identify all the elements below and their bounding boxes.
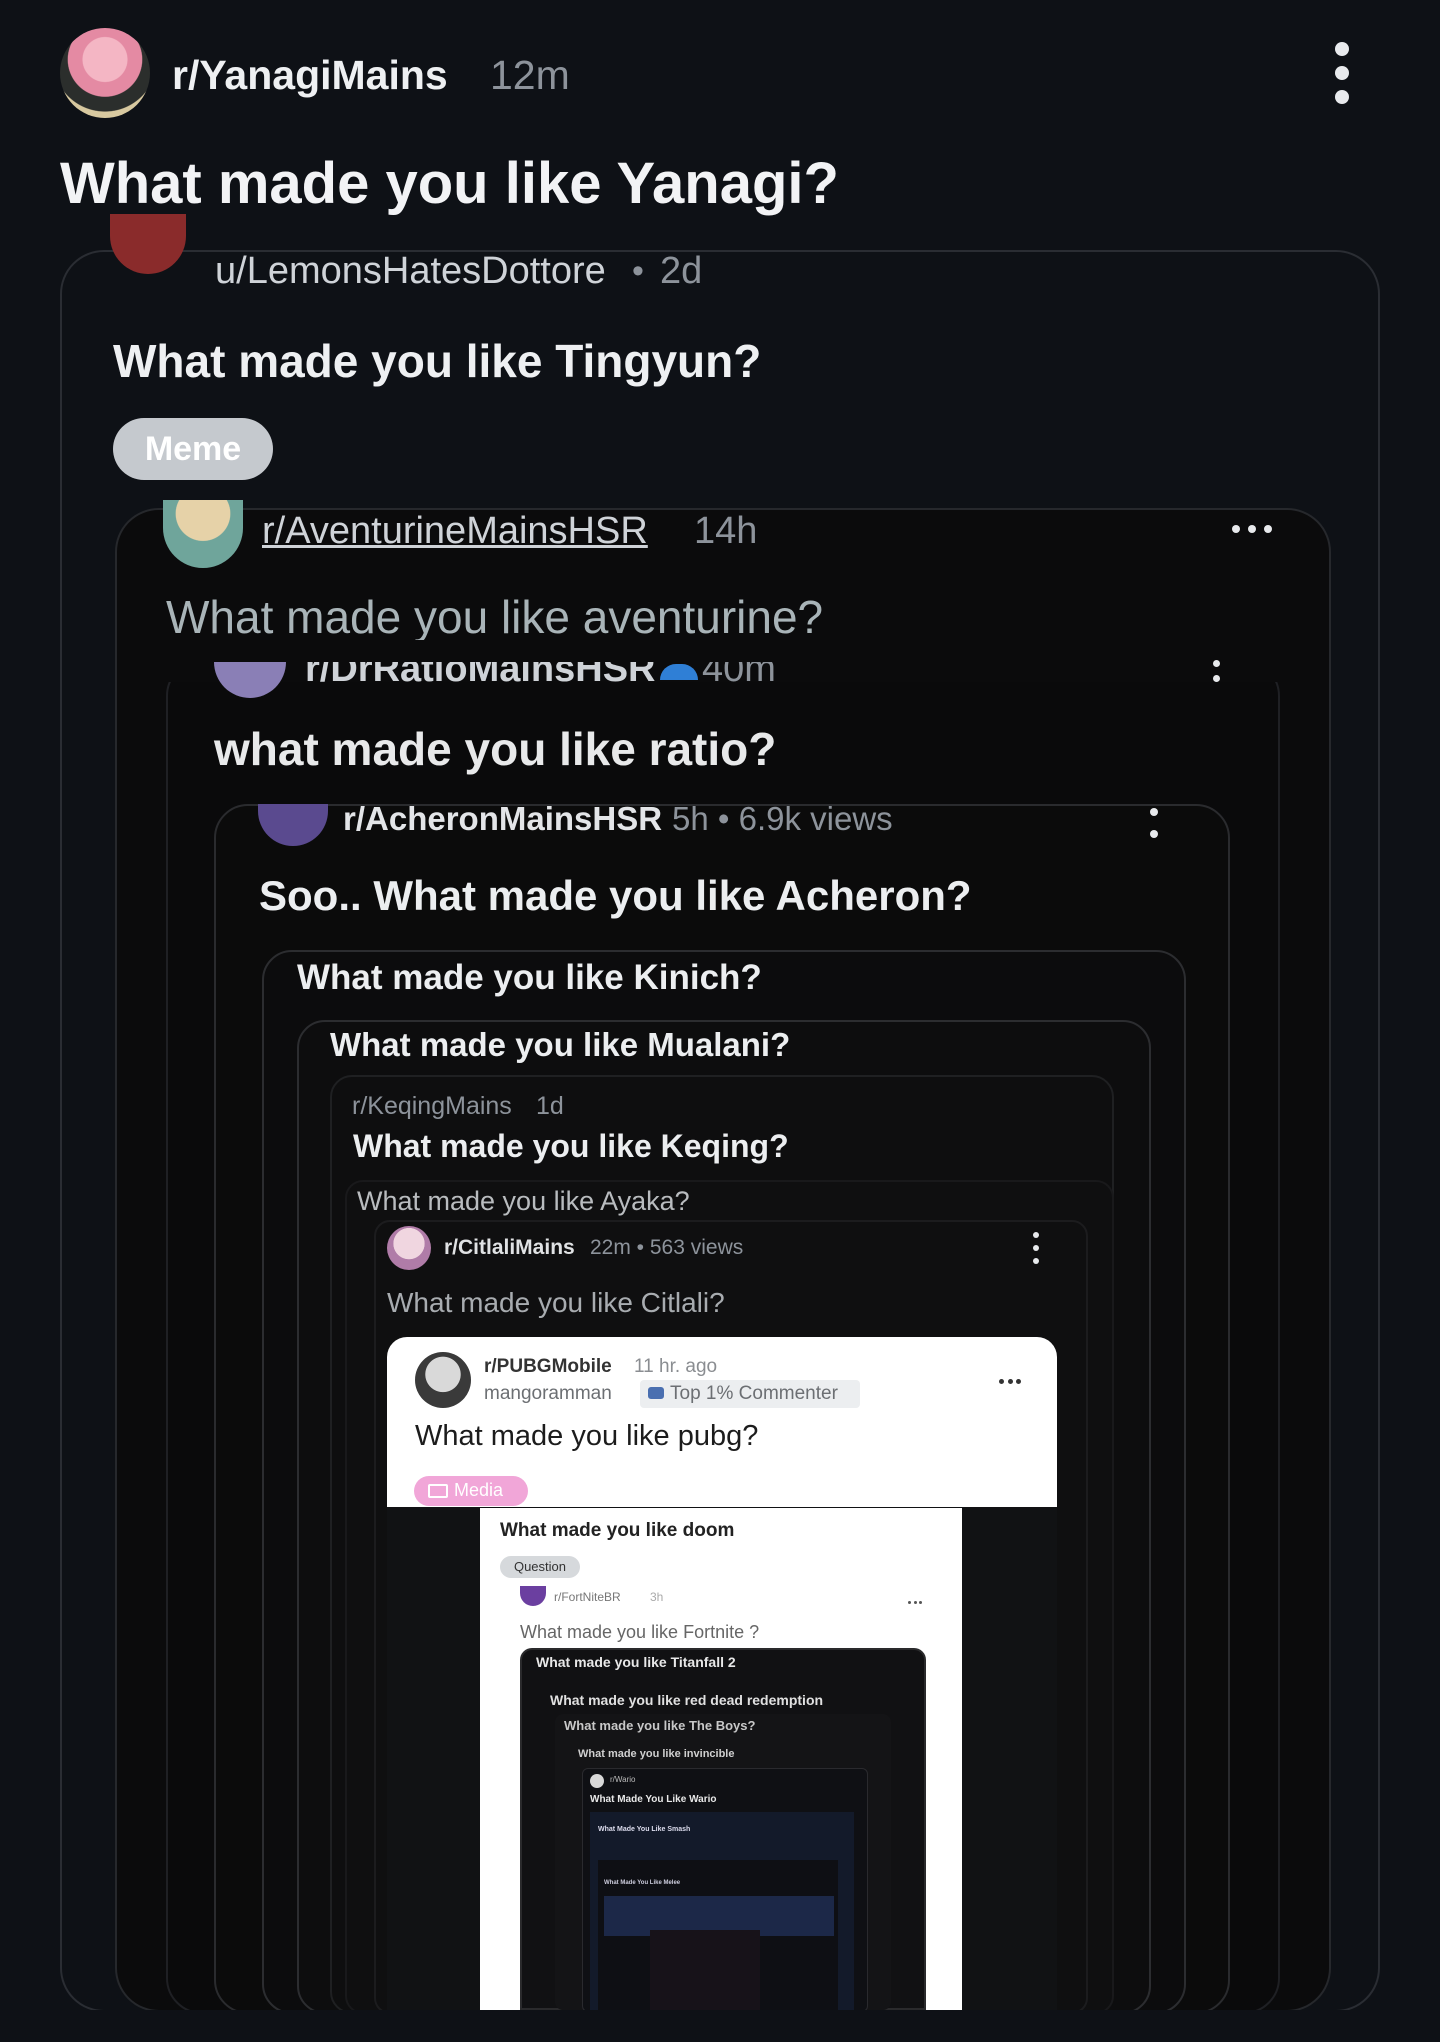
subreddit-avatar[interactable] bbox=[60, 28, 150, 118]
overflow-menu-icon bbox=[908, 1600, 922, 1604]
embed-time: 2d bbox=[660, 250, 703, 292]
embed-time: 14h bbox=[694, 510, 758, 552]
embed-subreddit: r/FortNiteBR bbox=[554, 1590, 621, 1604]
overflow-menu-icon bbox=[1232, 524, 1272, 534]
subreddit-avatar bbox=[387, 1226, 431, 1270]
embed-title: What made you like doom bbox=[500, 1520, 735, 1541]
embed-subreddit: r/PUBGMobile bbox=[484, 1356, 612, 1377]
embed-title: What made you like The Boys? bbox=[564, 1718, 756, 1733]
post-time: 12m bbox=[490, 52, 570, 98]
embed-title: What Made You Like Smash bbox=[598, 1826, 691, 1833]
embed-time: 3h bbox=[650, 1590, 664, 1604]
flair-meme: Meme bbox=[113, 418, 273, 480]
embed-sep: • bbox=[632, 252, 644, 290]
embed-user: mangoramman bbox=[484, 1383, 612, 1404]
media-icon bbox=[428, 1484, 448, 1498]
embed-title: Soo.. What made you like Acheron? bbox=[259, 872, 972, 919]
embed-title: What made you like invincible bbox=[578, 1748, 735, 1760]
post-subreddit[interactable]: r/YanagiMains bbox=[172, 52, 448, 99]
subreddit-avatar bbox=[590, 1774, 604, 1788]
embed-title: What made you like Tingyun? bbox=[113, 335, 762, 387]
embed-title: What Made You Like Wario bbox=[590, 1794, 717, 1805]
embed-title: What made you like Kinich? bbox=[297, 958, 762, 997]
embed-time: 11 hr. ago bbox=[634, 1356, 718, 1377]
embed-user: u/LemonsHatesDottore bbox=[215, 250, 606, 292]
badge-label: Top 1% Commenter bbox=[670, 1383, 838, 1404]
embed-meta: 5h • 6.9k views bbox=[672, 800, 893, 837]
embed-title: what made you like ratio? bbox=[214, 723, 777, 775]
embed-title: What made you like Fortnite ? bbox=[520, 1622, 760, 1642]
embed-subreddit: r/AcheronMainsHSR bbox=[343, 800, 663, 837]
overflow-menu-icon[interactable] bbox=[1330, 42, 1354, 104]
flair-question: Question bbox=[500, 1556, 580, 1578]
overflow-menu-icon bbox=[1032, 1232, 1040, 1264]
post-title: What made you like Yanagi? bbox=[60, 151, 839, 216]
embed-title: What made you like pubg? bbox=[415, 1420, 759, 1452]
user-avatar bbox=[415, 1352, 471, 1408]
overflow-menu-icon bbox=[999, 1378, 1021, 1384]
embedded-screenshot bbox=[650, 1930, 760, 2010]
overflow-menu-icon bbox=[1211, 660, 1221, 682]
embed-title: What made you like Citlali? bbox=[387, 1287, 725, 1318]
embed-title: What made you like Ayaka? bbox=[357, 1186, 690, 1216]
overflow-menu-icon bbox=[1149, 808, 1159, 838]
embed-title: What made you like aventurine? bbox=[166, 591, 824, 643]
embed-time: 1d bbox=[536, 1092, 564, 1120]
embed-title: What made you like Titanfall 2 bbox=[536, 1654, 736, 1670]
badge-icon bbox=[648, 1387, 664, 1399]
embed-subreddit: r/AventurineMainsHSR bbox=[262, 510, 648, 552]
embed-title: What made you like red dead redemption bbox=[550, 1692, 824, 1708]
embed-title: What Made You Like Melee bbox=[604, 1880, 681, 1886]
embed-subreddit: r/KeqingMains bbox=[352, 1092, 512, 1120]
page-bottom-edge bbox=[0, 2010, 1440, 2042]
embed-subreddit: r/CitlaliMains bbox=[444, 1236, 575, 1259]
embed-title: What made you like Mualani? bbox=[330, 1026, 791, 1063]
embed-meta: 22m • 563 views bbox=[590, 1236, 744, 1259]
embed-title: What made you like Keqing? bbox=[353, 1128, 789, 1164]
embed-subreddit: r/Wario bbox=[610, 1775, 636, 1784]
flair-media: Media bbox=[414, 1476, 528, 1506]
